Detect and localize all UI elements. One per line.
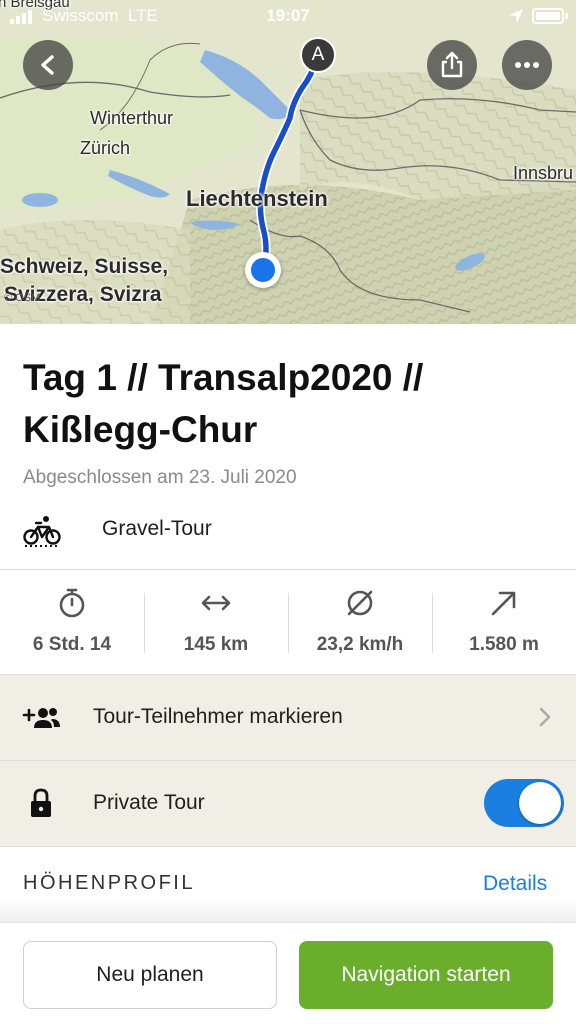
map-label-winterthur: Winterthur [90,108,174,128]
stopwatch-icon [59,588,85,618]
map-label-innsbruck: Innsbru [513,163,574,183]
elevation-details-link[interactable]: Details [483,872,547,896]
stat-elevation-value: 1.580 m [469,634,539,655]
current-position-marker [245,252,281,288]
stat-speed: 23,2 km/h [288,571,432,674]
bicycle-icon [23,516,61,547]
start-navigation-button[interactable]: Navigation starten [299,941,553,1009]
average-icon [347,590,373,616]
divider [0,569,576,570]
completion-date: Abgeschlossen am 23. Juli 2020 [23,467,297,488]
map-label-zurich: Zürich [80,138,131,158]
stat-duration: 6 Std. 14 [0,571,144,674]
tour-title: Tag 1 // Transalp2020 // Kißlegg-Chur [23,357,424,450]
private-tour-row: Private Tour [0,761,576,846]
clock: 19:07 [266,6,310,25]
lock-icon [31,788,51,817]
tag-participants-row[interactable]: Tour-Teilnehmer markieren [0,675,576,760]
more-options-button[interactable] [502,40,552,90]
route-start-marker[interactable]: A [300,37,336,73]
stat-speed-value: 23,2 km/h [316,634,404,655]
share-icon [441,51,463,78]
chevron-left-icon [41,55,54,75]
route-map[interactable]: n Breisgau Winterthur Zürich Innsbru Lie… [0,0,576,324]
back-button[interactable] [23,40,73,90]
add-people-icon [22,708,60,728]
action-bar: Neu planen Navigation starten [0,922,576,1024]
replan-button[interactable]: Neu planen [23,941,277,1009]
sport-type-row: Gravel-Tour [0,505,576,553]
stat-distance: 145 km [144,571,288,674]
location-arrow-icon [509,9,523,23]
elevation-arrow-icon [491,591,516,616]
sport-type-label: Gravel-Tour [102,517,212,540]
map-label-liechtenstein: Liechtenstein [186,186,328,211]
private-tour-label: Private Tour [93,791,205,814]
stat-duration-value: 6 Std. 14 [32,634,112,655]
chevron-right-icon [539,707,551,727]
private-tour-toggle[interactable] [484,779,564,827]
map-attribution[interactable]: © OSM [4,292,40,304]
distance-arrows-icon [201,595,231,611]
stat-distance-value: 145 km [183,634,249,655]
share-button[interactable] [427,40,477,90]
tour-stats: 6 Std. 14 145 km 23,2 km/h 1.580 m [0,571,576,674]
toggle-knob [519,782,561,824]
battery-icon [532,8,564,24]
map-label-schweiz: Schweiz, Suisse, [0,255,169,278]
elevation-profile-heading: HÖHENPROFIL [23,872,195,894]
stat-elevation: 1.580 m [432,571,576,674]
divider [0,846,576,847]
ellipsis-icon [515,62,539,68]
status-bar: Swisscom LTE 19:07 [0,0,576,32]
tag-participants-label: Tour-Teilnehmer markieren [93,705,343,728]
